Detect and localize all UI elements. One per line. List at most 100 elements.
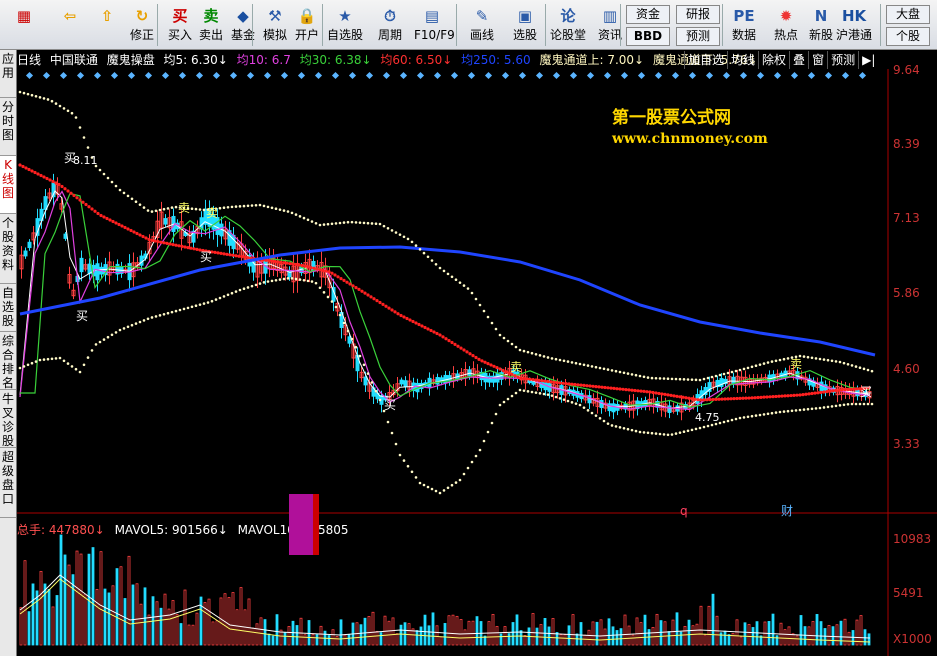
sidebar-tab-3[interactable]: 个股资料 xyxy=(0,214,16,284)
chart-button-5[interactable]: 预测 xyxy=(827,51,858,69)
chart-button-0[interactable]: 加自选 xyxy=(684,51,727,69)
toolbar-pick-button[interactable]: ▣ 选股 xyxy=(507,3,543,49)
toolbar-newstock-button[interactable]: N 新股 xyxy=(803,3,839,49)
chart-button-6[interactable]: ▶| xyxy=(858,51,878,69)
up-icon: ⇧ xyxy=(100,7,114,25)
lower-channel-dot xyxy=(538,392,542,395)
ma60-dot xyxy=(720,397,724,401)
volume-bar xyxy=(139,603,143,646)
ma60-dot xyxy=(243,255,247,259)
ma60-dot xyxy=(87,205,91,209)
watermark-url: www.chnmoney.com xyxy=(612,131,768,147)
toolbar-info-button[interactable]: ▥ 资讯 xyxy=(592,3,628,49)
toolbar-sell-button[interactable]: 卖卖出 xyxy=(193,3,229,49)
toolbar-fund-bbd-bottom-button[interactable]: BBD xyxy=(626,27,670,46)
toolbar-back-button[interactable]: ⇦ xyxy=(52,3,88,49)
upper-channel-dot xyxy=(646,376,650,379)
upper-channel-dot xyxy=(806,355,810,359)
ma60-dot xyxy=(432,330,436,334)
ma60-dot xyxy=(834,388,838,393)
lower-channel-dot xyxy=(250,284,254,288)
chart-button-1[interactable]: 均线 xyxy=(727,51,758,69)
upper-channel-dot xyxy=(686,378,690,381)
sidebar-tab-2[interactable]: K线图 xyxy=(0,156,16,214)
upper-channel-dot xyxy=(314,221,318,225)
sidebar-tab-0[interactable]: 应用 xyxy=(0,50,16,98)
toolbar-data-button[interactable]: PE 数据 xyxy=(726,3,762,49)
toolbar-hk-button[interactable]: HK 沪港通 xyxy=(836,3,872,49)
lower-channel-dot xyxy=(722,420,726,424)
ma60-dot xyxy=(843,388,847,392)
indicator-name[interactable]: 魔鬼操盘 xyxy=(107,53,155,67)
volume-bar xyxy=(227,597,231,646)
ma60-dot xyxy=(342,278,346,282)
volume-bar xyxy=(587,629,591,646)
signal-label: 买 xyxy=(200,250,212,264)
signal-diamond xyxy=(59,71,68,80)
ma60-dot xyxy=(30,169,34,173)
sidebar-tab-1[interactable]: 分时图 xyxy=(0,98,16,156)
volume-bar xyxy=(455,615,459,646)
toolbar-forum-button[interactable]: 论论股堂 xyxy=(550,3,586,49)
upper-channel-dot xyxy=(406,237,410,241)
toolbar-up-button[interactable]: ⇧ xyxy=(92,3,122,49)
toolbar-period-button[interactable]: ⏱ 周期 xyxy=(372,3,408,49)
chart-button-2[interactable]: 除权 xyxy=(758,51,789,69)
toolbar-market-top-button[interactable]: 大盘 xyxy=(886,5,930,24)
upper-channel-dot xyxy=(602,367,606,371)
upper-channel-dot xyxy=(158,208,162,212)
toolbar-research-bottom-button[interactable]: 预测 xyxy=(676,27,720,46)
sidebar-tab-4[interactable]: 自选股 xyxy=(0,284,16,332)
toolbar-f10-button[interactable]: ▤ F10/F9 xyxy=(414,3,455,49)
lower-channel-dot xyxy=(478,448,482,452)
signal-diamond xyxy=(654,71,663,80)
ma60-dot xyxy=(360,289,364,293)
upper-channel-dot xyxy=(54,102,58,105)
upper-channel-dot xyxy=(302,216,306,220)
lower-channel-dot xyxy=(810,407,814,411)
sidebar-tab-5[interactable]: 综合排名 xyxy=(0,332,16,390)
sidebar-tab-6[interactable]: 牛叉诊股 xyxy=(0,390,16,448)
ma60-dot xyxy=(339,277,343,281)
volume-bar xyxy=(339,619,343,646)
candle-body xyxy=(611,403,616,413)
upper-channel-dot xyxy=(558,358,562,362)
upper-channel-dot xyxy=(162,207,166,211)
toolbar-market-bottom-button[interactable]: 个股 xyxy=(886,27,930,46)
toolbar-sim-button[interactable]: ⚒ 模拟 xyxy=(257,3,293,49)
low-price-mark: 4.75 xyxy=(695,411,720,424)
ma60-dot xyxy=(729,397,733,401)
toolbar-fund-button[interactable]: ◆ 基金 xyxy=(225,3,261,49)
lower-channel-dot xyxy=(530,390,534,394)
toolbar-fund-bbd-top-button[interactable]: 资金 xyxy=(626,5,670,24)
lower-channel-dot xyxy=(518,388,522,392)
lower-channel-dot xyxy=(110,333,114,337)
toolbar-hot-button[interactable]: ✹ 热点 xyxy=(768,3,804,49)
toolbar-menu-button[interactable]: ▦ xyxy=(0,3,48,49)
kline-chart[interactable]: 买卖 卖买买买卖 卖买8.114.75q 财 xyxy=(17,69,937,656)
chart-button-4[interactable]: 窗 xyxy=(808,51,827,69)
toolbar-fix-button[interactable]: ↻ 修正 xyxy=(124,3,160,49)
sidebar-tab-7[interactable]: 超级盘口 xyxy=(0,448,16,518)
ma60-dot xyxy=(147,237,151,242)
ma60-dot xyxy=(678,395,682,399)
upper-channel-dot xyxy=(146,209,150,212)
toolbar-acct-button[interactable]: 🔒 开户 xyxy=(289,3,325,49)
volume-bar xyxy=(699,605,703,646)
ma60-dot xyxy=(24,166,28,170)
toolbar-mysel-button[interactable]: ★ 自选股 xyxy=(327,3,363,49)
volume-bar xyxy=(559,634,563,646)
toolbar-research-top-button[interactable]: 研报 xyxy=(676,5,720,24)
upper-channel-dot xyxy=(678,377,682,381)
lower-channel-dot xyxy=(546,393,550,396)
upper-channel-dot xyxy=(706,376,710,380)
candle-body xyxy=(731,376,736,384)
toolbar-label: 自选股 xyxy=(327,28,364,42)
volume-bar xyxy=(147,614,151,646)
ma60-dot xyxy=(69,191,73,195)
upper-channel-dot xyxy=(470,291,474,295)
chart-button-3[interactable]: 叠 xyxy=(789,51,808,69)
toolbar-draw-button[interactable]: ✎ 画线 xyxy=(464,3,500,49)
volume-bar xyxy=(595,621,599,646)
period-label[interactable]: 日线 xyxy=(17,53,41,67)
